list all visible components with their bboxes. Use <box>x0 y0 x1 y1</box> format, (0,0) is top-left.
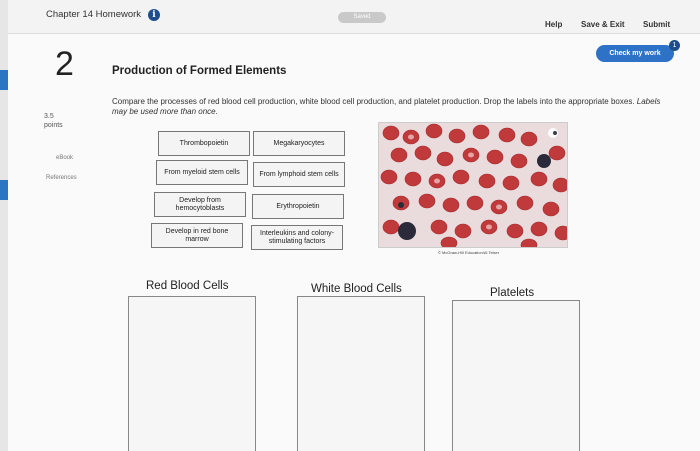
drag-label-thrombopoietin[interactable]: Thrombopoietin <box>158 131 250 156</box>
ebook-link[interactable]: eBook <box>56 155 73 161</box>
points-value: 3.5 points <box>44 112 63 130</box>
instructions-text: Compare the processes of red blood cell … <box>112 97 635 106</box>
drop-zone-white-blood-cells[interactable] <box>297 296 425 451</box>
saved-status: Saved <box>338 12 386 23</box>
info-icon[interactable]: i <box>148 9 160 21</box>
left-edge-marker <box>0 180 8 200</box>
category-heading-wbc: White Blood Cells <box>311 283 402 295</box>
drag-label-red-bone-marrow[interactable]: Develop in red bone marrow <box>151 223 243 248</box>
instructions: Compare the processes of red blood cell … <box>112 97 672 117</box>
chapter-title: Chapter 14 Homework <box>46 9 142 20</box>
points-label: points <box>44 122 63 129</box>
question-number: 2 <box>55 45 74 83</box>
save-exit-link[interactable]: Save & Exit <box>581 20 625 29</box>
drag-label-hemocytoblasts[interactable]: Develop from hemocytoblasts <box>154 192 246 217</box>
drag-label-interleukins[interactable]: Interleukins and colony-stimulating fact… <box>251 225 343 250</box>
category-heading-platelets: Platelets <box>490 287 535 299</box>
blood-smear-illustration <box>379 123 567 247</box>
drop-zone-platelets[interactable] <box>452 300 580 451</box>
submit-link[interactable]: Submit <box>643 20 670 29</box>
check-badge: 1 <box>669 40 680 51</box>
window-left-edge <box>0 0 8 451</box>
category-heading-rbc: Red Blood Cells <box>146 280 229 292</box>
check-my-work-button[interactable]: Check my work <box>596 45 674 62</box>
header-bar: Chapter 14 Homework i Saved Help Save & … <box>8 0 700 34</box>
drag-label-myeloid[interactable]: From myeloid stem cells <box>156 160 248 185</box>
left-edge-marker <box>0 70 8 90</box>
points-number: 3.5 <box>44 113 54 120</box>
drag-label-lymphoid[interactable]: From lymphoid stem cells <box>253 162 345 187</box>
image-credit: © McGraw-Hill Education/Al Telser <box>438 250 500 255</box>
question-title: Production of Formed Elements <box>112 65 287 77</box>
drag-label-erythropoietin[interactable]: Erythropoietin <box>252 194 344 219</box>
drag-label-megakaryocytes[interactable]: Megakaryocytes <box>253 131 345 156</box>
blood-smear-image <box>378 122 568 248</box>
drop-zone-red-blood-cells[interactable] <box>128 296 256 451</box>
references-link[interactable]: References <box>46 175 77 181</box>
help-link[interactable]: Help <box>545 20 562 29</box>
